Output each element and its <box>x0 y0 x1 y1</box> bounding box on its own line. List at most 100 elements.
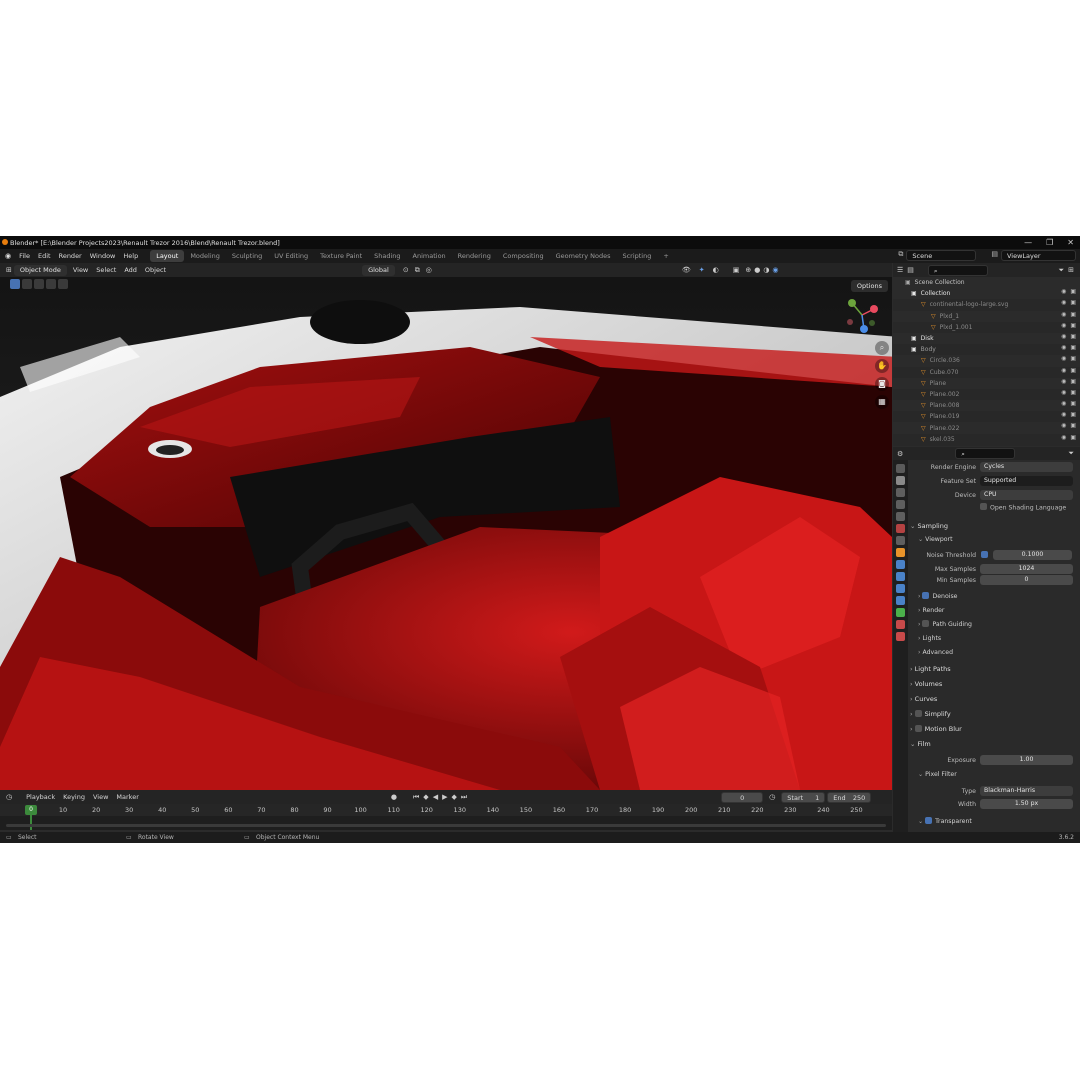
visibility-toggles[interactable]: ◉ ▣ <box>1061 344 1076 351</box>
eye-icon[interactable]: ◉ <box>1061 322 1066 329</box>
menu-view[interactable]: View <box>69 266 92 274</box>
motion-blur-panel-header[interactable]: › Motion Blur <box>910 722 1080 736</box>
properties-options-icon[interactable]: ⏷ <box>1068 449 1074 458</box>
new-collection-icon[interactable]: ⊞ <box>1068 266 1074 274</box>
lights-subpanel-header[interactable]: › Lights <box>918 632 1078 645</box>
blender-menu-icon[interactable]: ◉ <box>5 252 11 260</box>
menu-edit[interactable]: Edit <box>34 252 55 260</box>
visibility-toggles[interactable]: ◉ ▣ <box>1061 333 1076 340</box>
outliner-item[interactable]: ▽ Circle.036 ◉ ▣ <box>893 355 1080 367</box>
outliner-item[interactable]: ▽ Plane.019 ◉ ▣ <box>893 411 1080 422</box>
menu-render[interactable]: Render <box>55 252 86 260</box>
view-layer-selector[interactable]: ViewLayer <box>1001 250 1076 261</box>
proportional-icon[interactable]: ◎ <box>426 266 432 274</box>
modifier-tab-icon[interactable] <box>896 560 905 569</box>
current-frame-field[interactable]: 0 <box>721 791 764 803</box>
visibility-toggles[interactable]: ◉ ▣ <box>1061 378 1076 385</box>
properties-search-input[interactable]: ⌕ <box>955 448 1016 459</box>
outliner-item[interactable]: ▽ Cube.070 ◉ ▣ <box>893 367 1080 378</box>
outliner-item[interactable]: ▽ Plane.008 ◉ ▣ <box>893 400 1080 412</box>
timeline-scrollbar[interactable] <box>6 824 886 827</box>
visibility-toggles[interactable]: ◉ ▣ <box>1061 311 1076 318</box>
visibility-toggles[interactable]: ◉ ▣ <box>1061 355 1076 362</box>
exposure-field[interactable]: 1.00 <box>980 755 1073 765</box>
tab-modeling[interactable]: Modeling <box>184 250 226 262</box>
outliner-editor-icon[interactable]: ☰ <box>897 266 903 274</box>
collection-tab-icon[interactable] <box>896 536 905 545</box>
zoom-icon[interactable]: ⌕ <box>875 341 889 355</box>
transparent-subpanel-header[interactable]: ⌄ Transparent <box>918 815 1078 828</box>
menu-timeline-view[interactable]: View <box>89 793 112 801</box>
clock-icon[interactable]: ◷ <box>769 793 775 801</box>
tool-tab-icon[interactable] <box>896 464 905 473</box>
min-samples-field[interactable]: 0 <box>980 575 1073 585</box>
display-mode-icon[interactable]: ▤ <box>907 266 914 274</box>
menu-window[interactable]: Window <box>86 252 120 260</box>
camera-render-icon[interactable]: ▣ <box>1070 322 1076 329</box>
select-extend-tool[interactable] <box>22 279 32 289</box>
menu-keying[interactable]: Keying <box>59 793 89 801</box>
play-reverse-icon[interactable]: ◀ <box>433 793 438 801</box>
visibility-toggles[interactable]: ◉ ▣ <box>1061 411 1076 418</box>
eye-icon[interactable]: ◉ <box>1061 288 1066 295</box>
tab-geometry-nodes[interactable]: Geometry Nodes <box>550 250 617 262</box>
eye-icon[interactable]: ◉ <box>1061 299 1066 306</box>
camera-icon[interactable]: ◙ <box>875 377 889 391</box>
camera-render-icon[interactable]: ▣ <box>1070 311 1076 318</box>
camera-render-icon[interactable]: ▣ <box>1070 400 1076 407</box>
play-icon[interactable]: ▶ <box>442 793 447 801</box>
shading-solid-icon[interactable]: ● <box>754 266 760 274</box>
eye-icon[interactable]: ◉ <box>1061 378 1066 385</box>
menu-select[interactable]: Select <box>92 266 120 274</box>
visibility-toggles[interactable]: ◉ ▣ <box>1061 422 1076 429</box>
outliner-item[interactable]: ▣ Collection ◉ ▣ <box>893 288 1080 300</box>
noise-threshold-checkbox[interactable] <box>981 551 988 558</box>
shading-material-icon[interactable]: ◑ <box>763 266 769 274</box>
scene-tab-icon[interactable] <box>896 512 905 521</box>
render-engine-dropdown[interactable]: Cycles <box>980 462 1073 472</box>
select-intersect-tool[interactable] <box>58 279 68 289</box>
minimize-button[interactable]: — <box>1024 238 1032 247</box>
camera-render-icon[interactable]: ▣ <box>1070 344 1076 351</box>
tab-sculpting[interactable]: Sculpting <box>226 250 268 262</box>
constraints-tab-icon[interactable] <box>896 596 905 605</box>
visibility-toggles[interactable]: ◉ ▣ <box>1061 322 1076 329</box>
camera-render-icon[interactable]: ▣ <box>1070 434 1076 441</box>
visibility-toggles[interactable]: ◉ ▣ <box>1061 299 1076 306</box>
playhead-frame-badge[interactable]: 0 <box>25 805 37 815</box>
tab-uv-editing[interactable]: UV Editing <box>268 250 314 262</box>
outliner-item[interactable]: ▽ Plane ◉ ▣ <box>893 377 1080 389</box>
sampling-panel-header[interactable]: ⌄ Sampling <box>910 519 1080 533</box>
timeline-editor-icon[interactable]: ◷ <box>6 793 12 801</box>
prev-key-icon[interactable]: ◆ <box>423 793 428 801</box>
outliner-scene-collection[interactable]: ▣ Scene Collection <box>893 277 1080 289</box>
texture-tab-icon[interactable] <box>896 632 905 641</box>
volumes-panel-header[interactable]: › Volumes <box>910 677 1080 691</box>
device-dropdown[interactable]: CPU <box>980 490 1073 500</box>
properties-editor-icon[interactable]: ⚙ <box>897 450 903 458</box>
timeline-area[interactable]: 10 20 30 40 50 60 70 80 90 100 110 120 130 140 150 160 1… <box>0 804 892 830</box>
outliner-item[interactable]: ▽ Plxd_1 ◉ ▣ <box>893 310 1080 322</box>
visibility-toggles[interactable]: ◉ ▣ <box>1061 367 1076 374</box>
visibility-toggles[interactable]: ◉ ▣ <box>1061 400 1076 407</box>
tab-rendering[interactable]: Rendering <box>452 250 497 262</box>
shading-rendered-icon[interactable]: ◉ <box>772 266 778 274</box>
menu-marker[interactable]: Marker <box>112 793 142 801</box>
navigation-gizmo[interactable] <box>842 295 882 335</box>
pivot-icon[interactable]: ⊙ <box>403 266 409 274</box>
grid-perspective-icon[interactable]: ▦ <box>875 395 889 409</box>
outliner-item[interactable]: ▽ Plxd_1.001 ◉ ▣ <box>893 322 1080 333</box>
filter-type-dropdown[interactable]: Blackman-Harris <box>980 786 1073 796</box>
outliner-item[interactable]: ▣ Disk ◉ ▣ <box>893 332 1080 345</box>
object-mode-dropdown[interactable]: Object Mode <box>13 264 67 276</box>
eye-icon[interactable]: ◉ <box>1061 367 1066 374</box>
advanced-subpanel-header[interactable]: › Advanced <box>918 646 1078 659</box>
material-tab-icon[interactable] <box>896 620 905 629</box>
camera-render-icon[interactable]: ▣ <box>1070 389 1076 396</box>
light-paths-panel-header[interactable]: › Light Paths <box>910 662 1080 676</box>
path-guiding-subpanel-header[interactable]: › Path Guiding <box>918 618 1078 631</box>
eye-icon[interactable]: ◉ <box>1061 389 1066 396</box>
outliner-item[interactable]: ▽ Plane.022 ◉ ▣ <box>893 422 1080 434</box>
visibility-icon[interactable]: 👁 <box>682 266 691 274</box>
overlay-icon[interactable]: ◐ <box>713 266 719 274</box>
